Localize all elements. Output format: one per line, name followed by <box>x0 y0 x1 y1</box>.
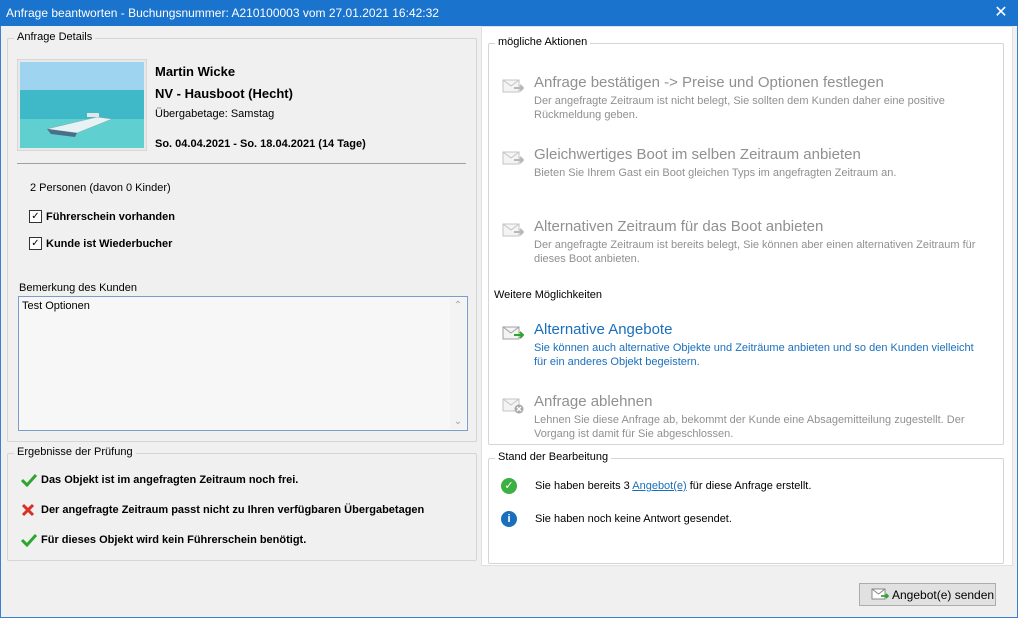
offers-link[interactable]: Angebot(e) <box>632 480 686 492</box>
action-alternative-offers-desc-line2: für ein anderes Objekt begeistern. <box>534 356 700 368</box>
envelope-arrow-icon <box>502 79 524 93</box>
action-decline-desc: Lehnen Sie diese Anfrage ab, bekommt der… <box>534 413 965 441</box>
request-details-legend: Anfrage Details <box>14 31 96 43</box>
rebooker-label: Kunde ist Wiederbucher <box>46 238 173 250</box>
check-results-group: Ergebnisse der Prüfung Das Objekt ist im… <box>7 446 477 561</box>
status-line-1: Sie haben bereits 3 Angebot(e) für diese… <box>535 480 811 492</box>
action-decline-desc-line2: Vorgang ist damit für Sie abgeschlossen. <box>534 428 734 440</box>
status-line-1-pre: Sie haben bereits 3 <box>535 480 633 492</box>
action-equivalent-boat-desc: Bieten Sie Ihrem Gast ein Boot gleichen … <box>534 167 897 179</box>
result-1-text: Das Objekt ist im angefragten Zeitraum n… <box>41 474 299 486</box>
close-icon[interactable]: ✕ <box>984 0 1018 26</box>
window-title: Anfrage beantworten - Buchungsnummer: A2… <box>6 6 439 20</box>
license-checkbox[interactable]: ✓ <box>29 210 42 223</box>
envelope-decline-icon <box>502 398 524 414</box>
action-decline-desc-line1: Lehnen Sie diese Anfrage ab, bekommt der… <box>534 414 965 426</box>
action-decline-title[interactable]: Anfrage ablehnen <box>534 393 652 410</box>
status-line-2: Sie haben noch keine Antwort gesendet. <box>535 513 732 525</box>
handover-days: Übergabetage: Samstag <box>155 108 275 120</box>
customer-name: Martin Wicke <box>155 64 236 79</box>
license-label: Führerschein vorhanden <box>46 211 175 223</box>
result-3-text: Für dieses Objekt wird kein Führerschein… <box>41 534 307 546</box>
envelope-arrow-icon <box>502 223 524 237</box>
rebooker-checkbox[interactable]: ✓ <box>29 237 42 250</box>
scroll-down-icon[interactable]: ⌄ <box>450 416 466 427</box>
possible-actions-legend: mögliche Aktionen <box>495 36 591 48</box>
request-details-group: Anfrage Details Martin Wicke NV - Hausbo… <box>7 31 477 442</box>
scroll-up-icon[interactable]: ⌃ <box>450 300 466 311</box>
ok-check-icon <box>21 533 37 547</box>
boat-photo <box>17 59 147 151</box>
possible-actions-group: mögliche Aktionen Anfrage bestätigen -> … <box>488 36 1004 445</box>
action-alt-period-desc-line2: dieses Boot anbieten. <box>534 253 640 265</box>
persons-text: 2 Personen (davon 0 Kinder) <box>30 182 171 194</box>
action-alt-period-title[interactable]: Alternativen Zeitraum für das Boot anbie… <box>534 218 823 235</box>
action-alt-period-desc-line1: Der angefragte Zeitraum ist bereits bele… <box>534 239 976 251</box>
status-line-1-post: für diese Anfrage erstellt. <box>686 480 812 492</box>
remark-text: Test Optionen <box>22 300 90 312</box>
result-2-text: Der angefragte Zeitraum passt nicht zu I… <box>41 504 425 516</box>
actions-panel: mögliche Aktionen Anfrage bestätigen -> … <box>481 26 1013 566</box>
envelope-arrow-icon <box>502 326 524 340</box>
remark-label: Bemerkung des Kunden <box>19 282 138 294</box>
action-confirm-desc-line1: Der angefragte Zeitraum ist nicht belegt… <box>534 95 945 107</box>
action-alternative-offers-title[interactable]: Alternative Angebote <box>534 321 672 338</box>
action-confirm-desc: Der angefragte Zeitraum ist nicht belegt… <box>534 94 945 122</box>
envelope-send-icon <box>871 588 889 600</box>
ok-check-icon <box>21 473 37 487</box>
action-confirm-desc-line2: Rückmeldung geben. <box>534 109 638 121</box>
action-equivalent-boat-title[interactable]: Gleichwertiges Boot im selben Zeitraum a… <box>534 146 861 163</box>
envelope-arrow-icon <box>502 151 524 165</box>
ok-status-icon: ✓ <box>501 478 517 494</box>
send-offers-button[interactable]: Angebot(e) senden <box>859 583 996 606</box>
action-confirm-title[interactable]: Anfrage bestätigen -> Preise und Optione… <box>534 74 884 91</box>
action-alt-period-desc: Der angefragte Zeitraum ist bereits bele… <box>534 238 975 266</box>
remark-scrollbar[interactable]: ⌃ ⌄ <box>450 298 466 429</box>
action-alternative-offers-desc-line1: Sie können auch alternative Objekte und … <box>534 342 974 354</box>
details-separator <box>17 163 466 164</box>
info-icon: i <box>501 511 517 527</box>
processing-status-group: Stand der Bearbeitung ✓ Sie haben bereit… <box>488 451 1004 564</box>
title-bar: Anfrage beantworten - Buchungsnummer: A2… <box>0 0 1018 26</box>
dialog-window: Anfrage Details Martin Wicke NV - Hausbo… <box>0 26 1018 618</box>
error-x-icon <box>21 503 35 517</box>
booking-period: So. 04.04.2021 - So. 18.04.2021 (14 Tage… <box>155 138 366 150</box>
send-offers-button-label: Angebot(e) senden <box>892 588 995 602</box>
check-results-legend: Ergebnisse der Prüfung <box>14 446 136 458</box>
boat-name: NV - Hausboot (Hecht) <box>155 86 293 101</box>
more-options-label: Weitere Möglichkeiten <box>494 289 603 301</box>
customer-remark-textarea[interactable]: Test Optionen ⌃ ⌄ <box>18 296 468 431</box>
action-alternative-offers-desc: Sie können auch alternative Objekte und … <box>534 341 974 369</box>
processing-status-legend: Stand der Bearbeitung <box>495 451 612 463</box>
